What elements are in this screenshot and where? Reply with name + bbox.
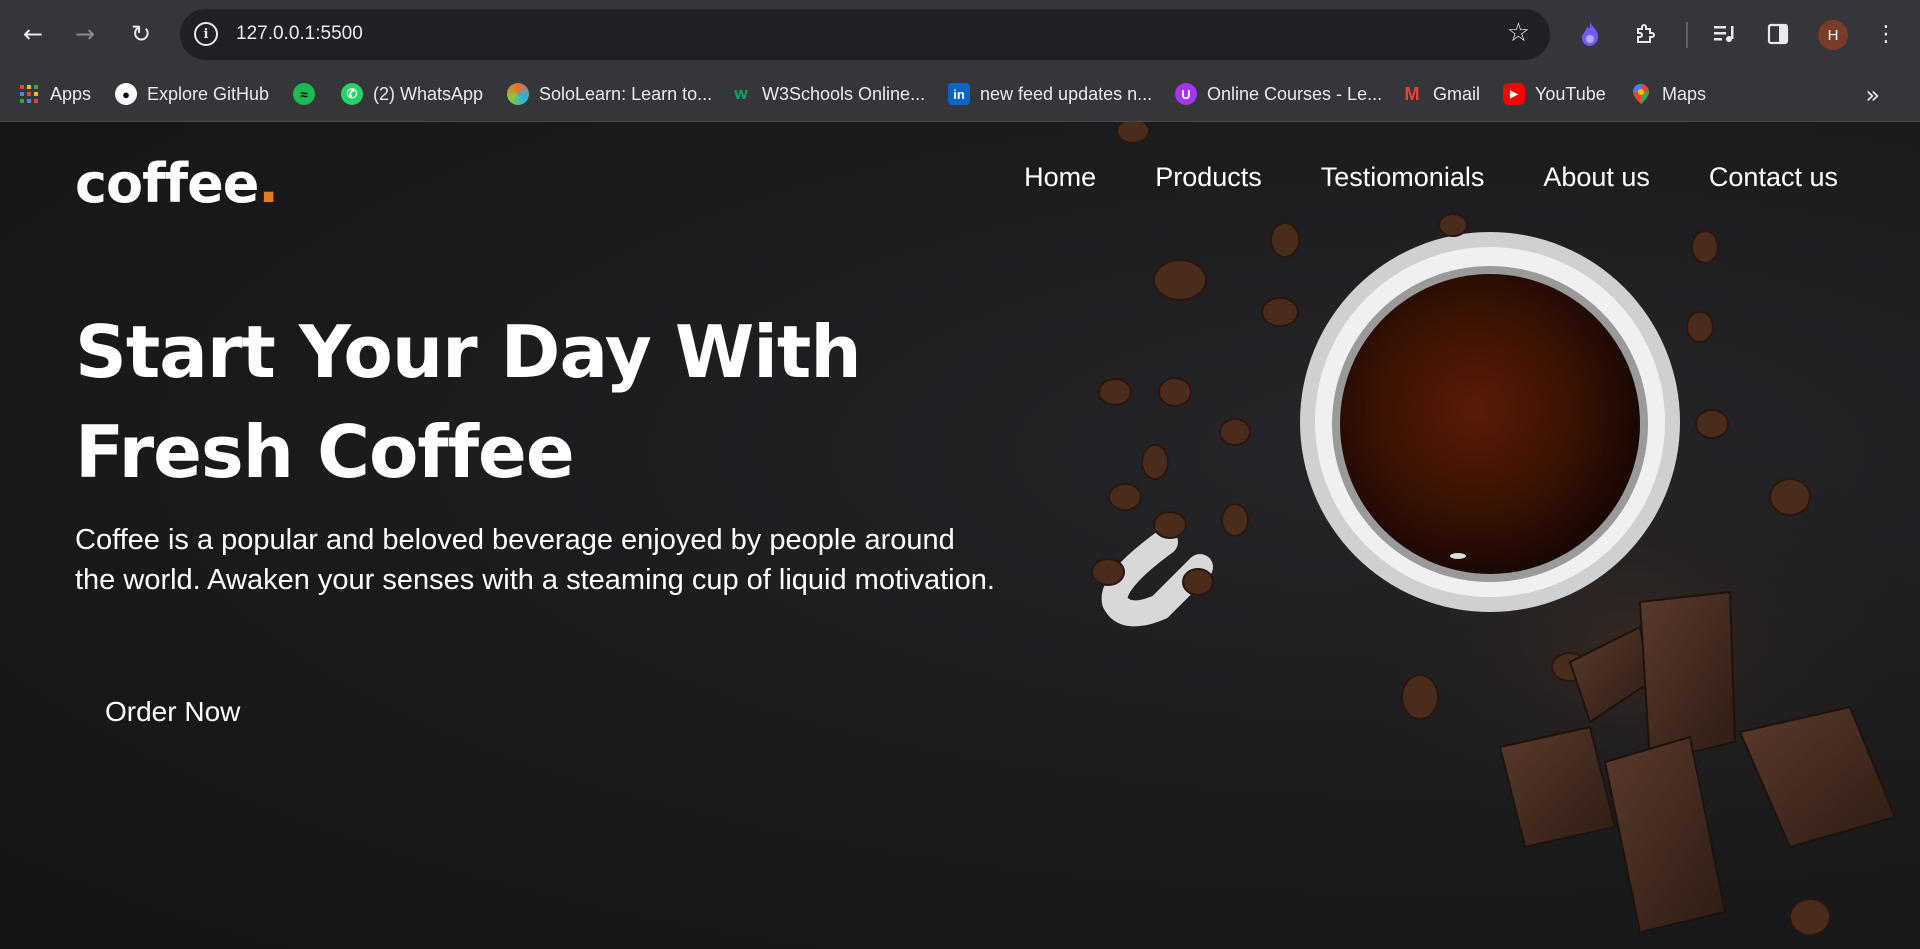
logo-dot: . [258,152,278,215]
whatsapp-icon: ✆ [341,83,363,105]
logo-text: coffee [75,152,259,215]
bookmark-sololearn[interactable]: SoloLearn: Learn to... [507,79,712,109]
bookmark-label: SoloLearn: Learn to... [539,83,713,104]
w3schools-icon: w [734,84,748,103]
bookmark-star-icon[interactable]: ☆ [1507,18,1530,48]
nav-home[interactable]: Home [1024,162,1096,193]
linkedin-icon: in [948,83,970,105]
side-panel-icon[interactable] [1760,16,1796,52]
address-bar[interactable]: i 127.0.0.1:5500 ☆ [180,9,1550,60]
bookmark-label: Explore GitHub [147,83,270,104]
bookmark-apps[interactable]: Apps [18,79,91,109]
apps-grid-icon [18,83,40,105]
toolbar-separator [1686,22,1688,48]
bookmark-label: Gmail [1433,83,1481,104]
bookmark-label: new feed updates n... [980,83,1153,104]
nav-testimonials[interactable]: Testiomonials [1321,162,1485,193]
chevron-double-right-icon[interactable]: » [1865,81,1880,109]
spotify-icon: ≈ [293,83,315,105]
menu-kebab-icon[interactable]: ⋮ [1868,16,1904,52]
extension-flame-icon[interactable] [1572,16,1608,52]
main-nav: Home Products Testiomonials About us Con… [1024,162,1838,193]
bookmark-udemy[interactable]: U Online Courses - Le... [1175,79,1382,109]
bookmark-gmail[interactable]: M Gmail [1401,79,1481,109]
bookmark-label: Apps [50,83,92,104]
udemy-icon: U [1175,83,1197,105]
coffee-cup-image [1091,122,1920,936]
gmail-icon: M [1404,83,1420,104]
bookmark-label: W3Schools Online... [762,83,926,104]
nav-products[interactable]: Products [1155,162,1262,193]
sololearn-icon [507,83,529,105]
site-logo[interactable]: coffee. [75,152,279,215]
media-playlist-icon[interactable] [1706,16,1742,52]
bookmark-whatsapp[interactable]: ✆ (2) WhatsApp [341,79,483,109]
bookmarks-bar: Apps ● Explore GitHub ≈ ✆ (2) WhatsApp S… [0,69,1920,122]
youtube-icon: ▶ [1503,83,1525,105]
bookmark-spotify[interactable]: ≈ [293,79,325,109]
github-icon: ● [115,83,137,105]
bookmark-w3schools[interactable]: w W3Schools Online... [730,79,925,109]
maps-icon [1630,83,1652,105]
nav-about-us[interactable]: About us [1543,162,1650,193]
bookmark-label: Online Courses - Le... [1207,83,1383,104]
back-arrow-icon[interactable]: ← [16,17,50,51]
extensions-puzzle-icon[interactable] [1628,16,1664,52]
bookmark-youtube[interactable]: ▶ YouTube [1503,79,1606,109]
bookmark-linkedin[interactable]: in new feed updates n... [948,79,1152,109]
bookmark-label: YouTube [1535,83,1606,104]
bookmark-github[interactable]: ● Explore GitHub [115,79,269,109]
site-info-icon[interactable]: i [194,22,218,46]
hero-description: Coffee is a popular and beloved beverage… [75,524,995,596]
reload-icon[interactable]: ↻ [124,17,158,51]
hero-title: Start Your Day With Fresh Coffee [75,310,862,494]
nav-contact-us[interactable]: Contact us [1709,162,1838,193]
bookmark-maps[interactable]: Maps [1630,79,1706,109]
bookmark-label: (2) WhatsApp [373,83,484,104]
bookmark-label: Maps [1662,83,1707,104]
web-page: coffee. Home Products Testiomonials Abou… [0,122,1920,949]
profile-avatar[interactable]: H [1818,20,1848,50]
order-now-button[interactable]: Order Now [75,682,270,742]
browser-toolbar: ← → ↻ i 127.0.0.1:5500 ☆ H ⋮ [0,0,1920,69]
forward-arrow-icon[interactable]: → [68,17,102,51]
url-text[interactable]: 127.0.0.1:5500 [236,23,363,45]
